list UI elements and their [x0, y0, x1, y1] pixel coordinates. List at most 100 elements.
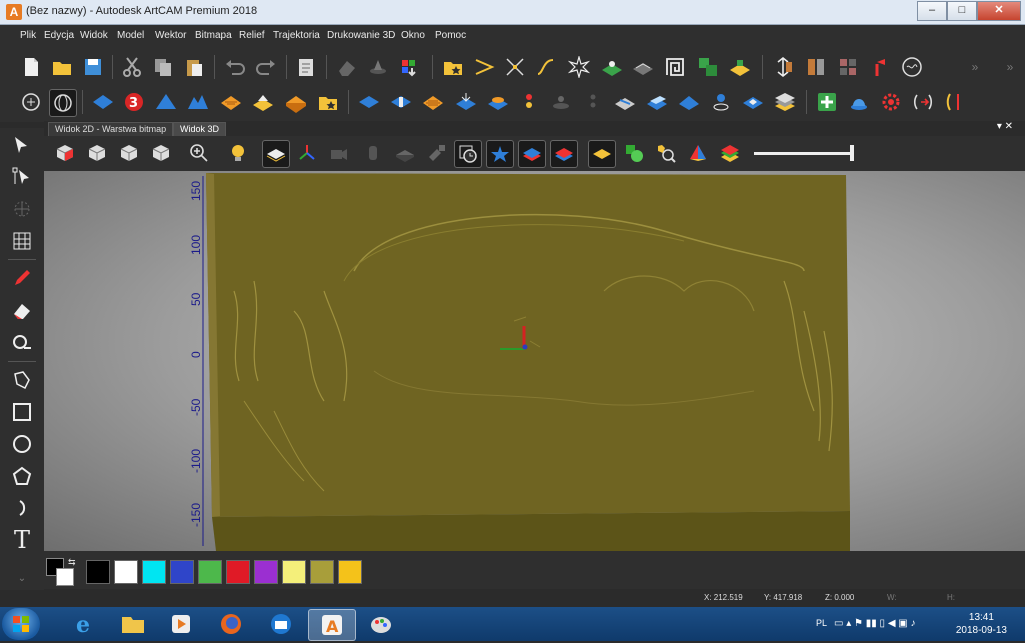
relief-spin-icon[interactable] [708, 89, 734, 115]
palette-swatch-purple[interactable] [254, 560, 278, 584]
open-folder-icon[interactable] [49, 54, 75, 80]
mountain2-icon[interactable] [185, 89, 211, 115]
menu-plik[interactable]: Plik [20, 30, 36, 41]
vector-group-icon[interactable] [695, 54, 721, 80]
menu-edycja[interactable]: Edycja [44, 30, 74, 41]
measure-icon[interactable] [770, 54, 796, 80]
sphere-icon[interactable] [49, 89, 77, 117]
cylinder-icon[interactable] [360, 140, 386, 166]
tab-widok-3d[interactable]: Widok 3D [173, 122, 227, 136]
extrude-icon[interactable] [388, 89, 414, 115]
rectangle-icon[interactable] [8, 398, 36, 426]
menu-pomoc[interactable]: Pomoc [435, 30, 466, 41]
menu-drukowanie-3d[interactable]: Drukowanie 3D [327, 30, 395, 41]
node-select-icon[interactable] [8, 163, 36, 191]
layer-view-icon[interactable] [262, 140, 290, 168]
relief-bend-icon[interactable] [942, 89, 968, 115]
star-shape-icon[interactable] [566, 54, 592, 80]
toolbar-more-icon-2[interactable]: » [997, 54, 1023, 80]
texture-icon[interactable] [218, 89, 244, 115]
media-player-taskbar-icon[interactable] [158, 609, 204, 639]
text-3d-icon[interactable]: 3 [121, 89, 147, 115]
measure-tool-icon[interactable] [8, 328, 36, 356]
tab-widok-2d[interactable]: Widok 2D - Warstwa bitmap [48, 122, 174, 136]
ie-taskbar-icon[interactable]: e [62, 609, 108, 639]
select-arrow-icon[interactable] [8, 131, 36, 159]
arc-icon[interactable] [8, 494, 36, 522]
cube-front-icon[interactable] [84, 140, 110, 166]
relief-ops-icon[interactable] [453, 89, 479, 115]
cube-top-icon[interactable] [148, 140, 174, 166]
light-bulb-icon[interactable] [225, 140, 251, 166]
clock[interactable]: 13:41 2018-09-13 [956, 611, 1007, 637]
menu-model[interactable]: Model [117, 30, 144, 41]
relief-add-icon[interactable] [599, 54, 625, 80]
redo-icon[interactable] [253, 54, 279, 80]
minimize-button[interactable]: – [917, 1, 947, 21]
transform-icon[interactable] [8, 195, 36, 223]
cube-side-icon[interactable] [116, 140, 142, 166]
grid-relief-icon[interactable] [420, 89, 446, 115]
gear-icon[interactable] [878, 89, 904, 115]
relief-sculpt-icon[interactable] [365, 54, 391, 80]
mountain-icon[interactable] [153, 89, 179, 115]
shapes-green-icon[interactable] [621, 140, 647, 166]
zoom-slider-track[interactable] [754, 152, 852, 155]
menu-wektor[interactable]: Wektor [155, 30, 187, 41]
polygon-icon[interactable] [8, 462, 36, 490]
favorite-folder-icon[interactable] [440, 54, 466, 80]
palette-swatch-red[interactable] [226, 560, 250, 584]
curve-icon[interactable] [533, 54, 559, 80]
dots-icon[interactable] [516, 89, 542, 115]
language-indicator[interactable]: PL [816, 618, 827, 628]
cube-iso-icon[interactable] [52, 140, 78, 166]
relief-raise-icon[interactable] [727, 54, 753, 80]
pyramid-icon[interactable] [685, 140, 711, 166]
camera-icon[interactable] [326, 140, 352, 166]
maximize-button[interactable]: □ [947, 1, 977, 21]
secondary-colour-swatch[interactable] [56, 568, 74, 586]
palette-swatch-green[interactable] [198, 560, 222, 584]
relief-blend-icon[interactable] [676, 89, 702, 115]
palette-swatch-light-yellow[interactable] [282, 560, 306, 584]
palette-swatch-black[interactable] [86, 560, 110, 584]
close-button[interactable]: ✕ [977, 1, 1021, 21]
tab-controls[interactable]: ▾ ✕ [997, 121, 1013, 132]
dome-icon[interactable] [846, 89, 872, 115]
tray-icons[interactable]: ▭ ▴ ⚑ ▮▮ ▯ ◀ ▣ ♪ [834, 618, 916, 629]
thunderbird-taskbar-icon[interactable] [258, 609, 304, 639]
zoom-region-icon[interactable] [18, 89, 44, 115]
relief-cut-icon[interactable] [612, 89, 638, 115]
menu-trajektoria[interactable]: Trajektoria [273, 30, 320, 41]
explorer-taskbar-icon[interactable] [110, 609, 156, 639]
palette-swatch-cyan[interactable] [142, 560, 166, 584]
spiral-icon[interactable] [662, 54, 688, 80]
relief-tool-icon[interactable] [548, 89, 574, 115]
artcam-taskbar-icon[interactable]: A [308, 609, 356, 641]
menu-bitmapa[interactable]: Bitmapa [195, 30, 232, 41]
plane-icon[interactable] [90, 89, 116, 115]
axes-icon[interactable] [294, 140, 320, 166]
zoom-icon[interactable] [186, 140, 212, 166]
menu-widok[interactable]: Widok [80, 30, 108, 41]
3d-viewport[interactable]: 150 100 50 0 -50 -100 -150 [44, 171, 1025, 551]
text-icon[interactable]: T [8, 526, 36, 554]
palette-swatch-olive[interactable] [310, 560, 334, 584]
render-icon[interactable] [392, 140, 418, 166]
swap-colours-icon[interactable]: ⇆ [68, 557, 76, 568]
circle-icon[interactable] [8, 430, 36, 458]
star-folder-icon[interactable] [315, 89, 341, 115]
flip-icon[interactable] [910, 89, 936, 115]
menu-okno[interactable]: Okno [401, 30, 425, 41]
relief-smooth-icon[interactable] [630, 54, 656, 80]
node-edit-icon[interactable] [502, 54, 528, 80]
relief-layer-icon[interactable] [250, 89, 276, 115]
new-file-icon[interactable] [18, 54, 44, 80]
vector-offset-icon[interactable] [471, 54, 497, 80]
zoom-slider-handle[interactable] [850, 145, 854, 161]
toolbar-more-icon[interactable]: » [962, 54, 988, 80]
star-blue-icon[interactable] [486, 140, 514, 168]
multi-layer-icon[interactable] [717, 140, 743, 166]
palette-swatch-gold[interactable] [338, 560, 362, 584]
flat-relief-icon[interactable] [356, 89, 382, 115]
